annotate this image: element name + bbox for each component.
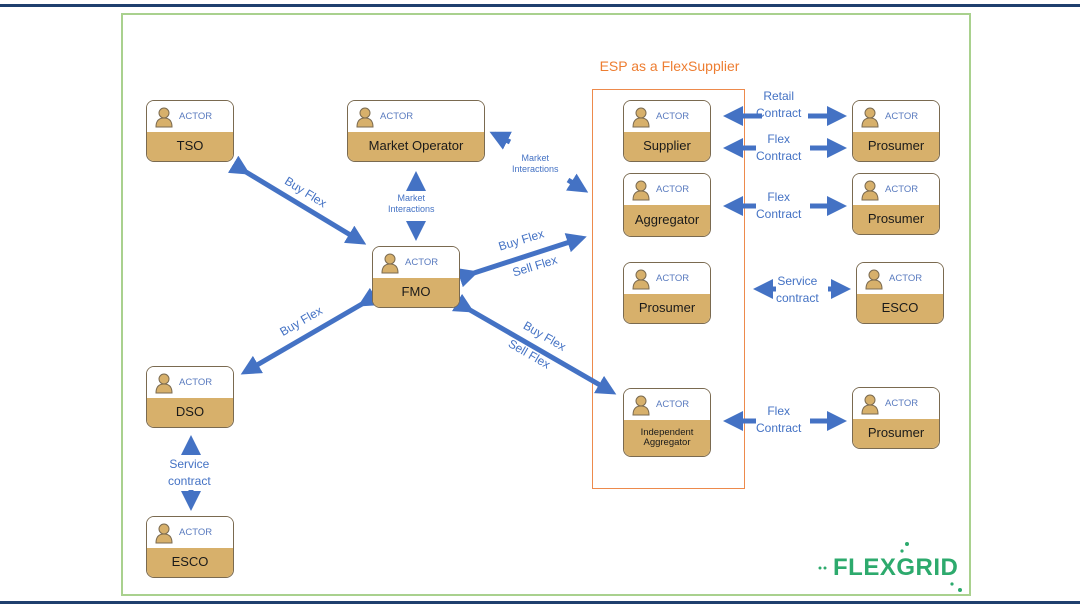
person-icon — [356, 107, 374, 128]
actor-esco-right: ACTOR ESCO — [856, 262, 944, 324]
label-line: Contract — [756, 149, 802, 163]
label-line: Contract — [756, 106, 802, 120]
actor-supplier: ACTOR Supplier — [623, 100, 711, 162]
actor-esco-left: ACTOR ESCO — [146, 516, 234, 578]
person-icon — [865, 269, 883, 290]
arrow-mo-esp-a — [489, 131, 512, 150]
label-retail-contract: Retail Contract — [756, 88, 801, 122]
actor-tag: ACTOR — [656, 184, 690, 195]
actor-name: ESCO — [857, 294, 943, 323]
actor-name: ESCO — [147, 548, 233, 577]
actor-dso: ACTOR DSO — [146, 366, 234, 428]
actor-tag: ACTOR — [656, 273, 690, 284]
label-line: Contract — [756, 207, 802, 221]
actor-name: Prosumer — [853, 205, 939, 234]
label-line: Market — [521, 153, 550, 163]
person-icon — [632, 107, 650, 128]
actor-aggregator: ACTOR Aggregator — [623, 173, 711, 237]
actor-fmo: ACTOR FMO — [372, 246, 460, 308]
actor-market-operator: ACTOR Market Operator — [347, 100, 485, 162]
actor-tag: ACTOR — [885, 398, 919, 409]
actor-tag: ACTOR — [889, 273, 923, 284]
actor-name: DSO — [147, 398, 233, 427]
actor-name: FMO — [373, 278, 459, 307]
label-service-contract: Service contract — [776, 273, 819, 307]
label-dso-esco: Service contract — [168, 456, 211, 490]
actor-name: Prosumer — [853, 132, 939, 161]
label-flex-contract-3: Flex Contract — [756, 403, 801, 437]
person-icon — [632, 269, 650, 290]
label-line: Contract — [756, 421, 802, 435]
person-icon — [861, 180, 879, 201]
label-line: Retail — [763, 89, 795, 103]
person-icon — [155, 373, 173, 394]
actor-tag: ACTOR — [405, 257, 439, 268]
arrow-mo-esp-b — [565, 173, 589, 193]
actor-tag: ACTOR — [179, 377, 213, 388]
label-line: Flex — [767, 404, 791, 418]
person-icon — [632, 395, 650, 416]
label-mo-fmo: Market Interactions — [388, 193, 435, 215]
label-line: contract — [168, 474, 211, 488]
flexgrid-logo: FLEXGRID — [833, 554, 959, 581]
person-icon — [155, 107, 173, 128]
actor-prosumer-3: ACTOR Prosumer — [852, 387, 940, 449]
actor-tso: ACTOR TSO — [146, 100, 234, 162]
actor-name: Prosumer — [853, 419, 939, 448]
label-flex-contract-1: Flex Contract — [756, 131, 801, 165]
label-line: Interactions — [512, 164, 559, 174]
actor-name: Market Operator — [348, 132, 484, 161]
label-line: Market — [397, 193, 426, 203]
actor-name: TSO — [147, 132, 233, 161]
person-icon — [632, 180, 650, 201]
actor-name: Aggregator — [624, 205, 710, 236]
actor-independent-aggregator: ACTOR Independent Aggregator — [623, 388, 711, 457]
actor-name: Independent Aggregator — [624, 420, 710, 456]
label-line: Flex — [767, 132, 791, 146]
label-flex-contract-2: Flex Contract — [756, 189, 801, 223]
label-mo-esp: Market Interactions — [512, 153, 559, 175]
actor-prosumer-1: ACTOR Prosumer — [852, 100, 940, 162]
actor-tag: ACTOR — [656, 399, 690, 410]
actor-tag: ACTOR — [179, 111, 213, 122]
actor-name: Prosumer — [624, 294, 710, 323]
actor-tag: ACTOR — [885, 184, 919, 195]
label-line: Service — [777, 274, 818, 288]
actor-name: Supplier — [624, 132, 710, 161]
label-line: contract — [776, 291, 819, 305]
person-icon — [861, 107, 879, 128]
person-icon — [861, 394, 879, 415]
person-icon — [381, 253, 399, 274]
label-line: Flex — [767, 190, 791, 204]
person-icon — [155, 523, 173, 544]
label-line: Service — [169, 457, 210, 471]
actor-prosumer-2: ACTOR Prosumer — [852, 173, 940, 235]
actor-tag: ACTOR — [656, 111, 690, 122]
actor-tag: ACTOR — [179, 527, 213, 538]
actor-tag: ACTOR — [380, 111, 414, 122]
actor-prosumer-inner: ACTOR Prosumer — [623, 262, 711, 324]
actor-tag: ACTOR — [885, 111, 919, 122]
label-line: Interactions — [388, 204, 435, 214]
